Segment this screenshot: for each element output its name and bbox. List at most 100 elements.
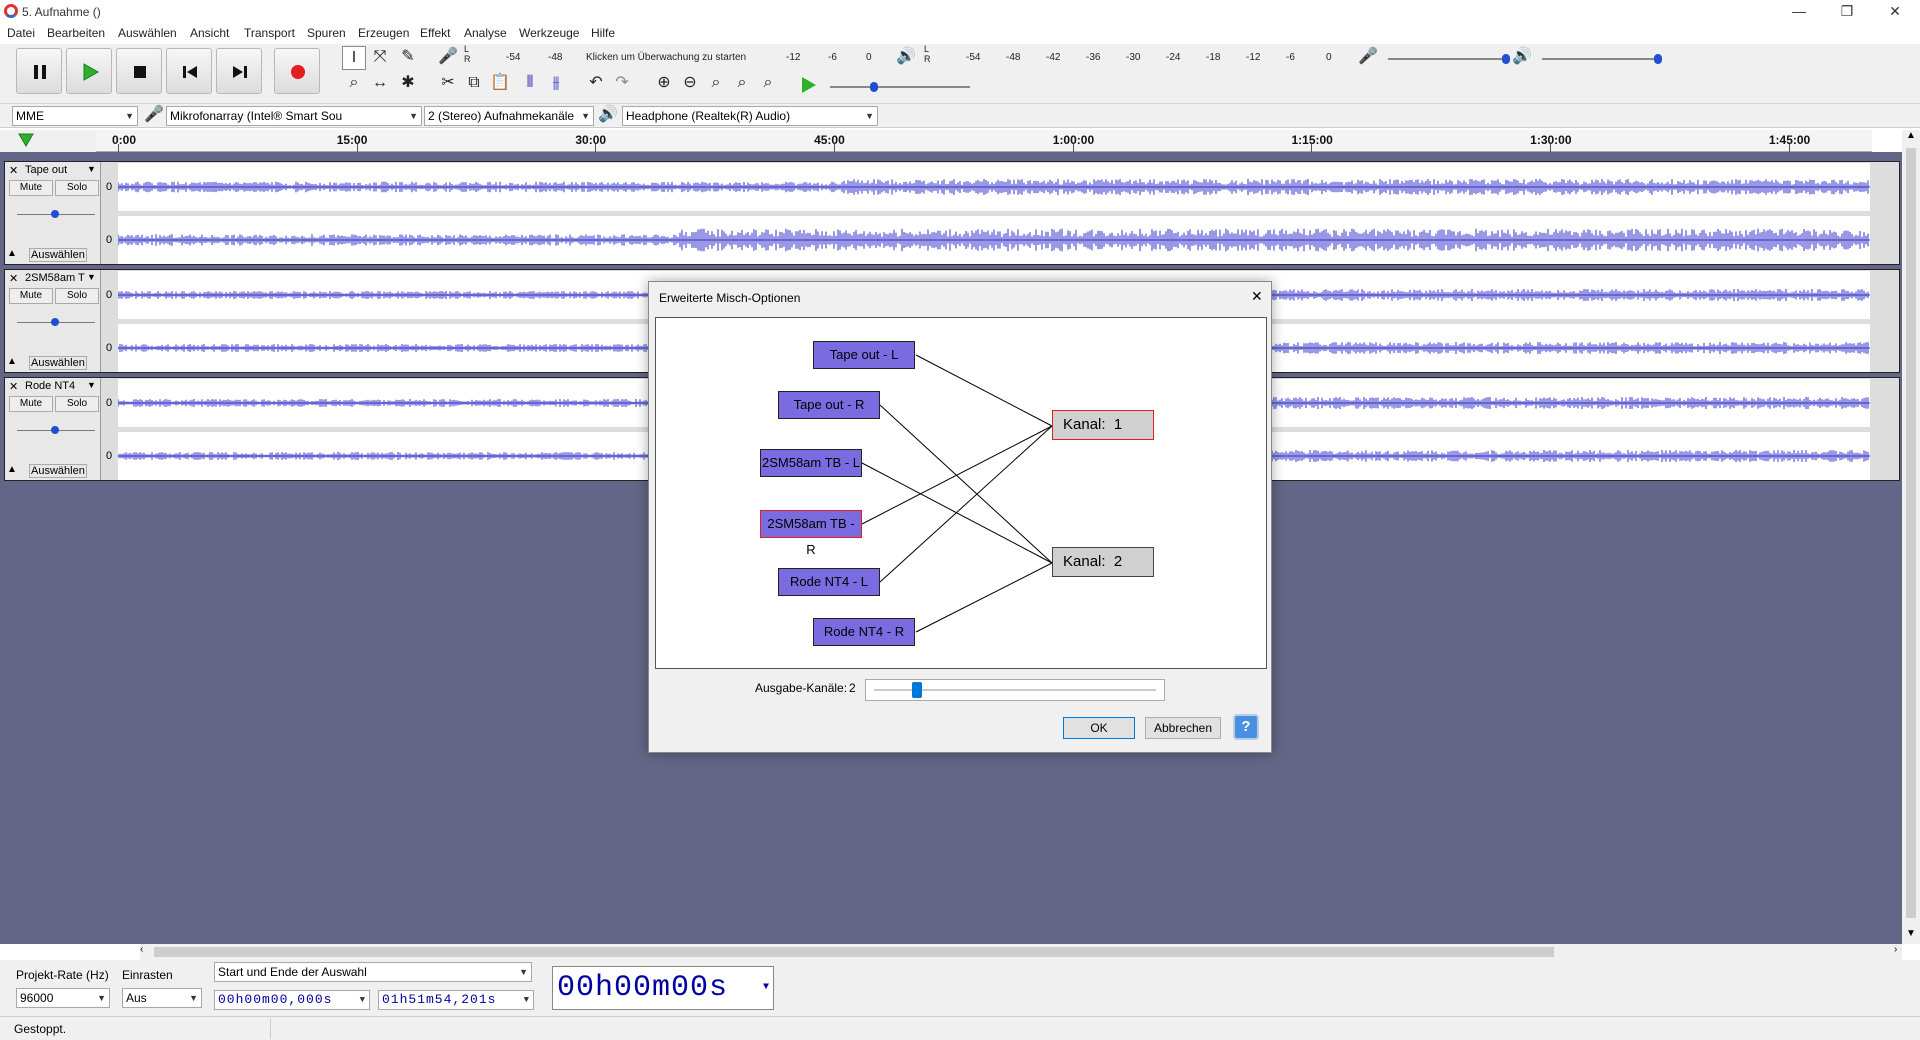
track-name[interactable]: Rode NT4 — [25, 380, 85, 392]
horizontal-scrollbar[interactable]: ‹ › — [140, 944, 1902, 960]
menu-spuren[interactable]: Spuren — [307, 26, 346, 40]
input-device-select[interactable]: Mikrofonarray (Intel® Smart Sou ▼ — [166, 106, 422, 126]
minimize-icon[interactable]: — — [1776, 0, 1822, 24]
menu-datei[interactable]: Datei — [7, 26, 35, 40]
envelope-tool-icon[interactable]: ⤧ — [368, 46, 392, 70]
menu-bearbeiten[interactable]: Bearbeiten — [47, 26, 105, 40]
mute-button[interactable]: Mute — [9, 396, 53, 412]
input-volume-slider[interactable] — [1388, 54, 1510, 64]
collapse-track-icon[interactable]: ▲ — [7, 248, 17, 259]
monitor-hint[interactable]: Klicken um Überwachung zu starten — [586, 52, 746, 63]
input-tape-out-l[interactable]: Tape out - L — [813, 341, 915, 369]
track-name[interactable]: Tape out — [25, 164, 85, 176]
input-2sm58-l[interactable]: 2SM58am TB - L — [760, 449, 862, 477]
mute-button[interactable]: Mute — [9, 288, 53, 304]
gain-slider[interactable] — [17, 318, 95, 326]
track-name[interactable]: 2SM58am TB — [25, 272, 85, 284]
track-menu-chevron-icon[interactable]: ▼ — [87, 272, 96, 282]
input-tape-out-r[interactable]: Tape out - R — [778, 391, 880, 419]
solo-button[interactable]: Solo — [55, 180, 99, 196]
select-track-button[interactable]: Auswählen — [29, 464, 87, 478]
audio-position-display[interactable]: 00h00m00s ▼ — [552, 966, 774, 1010]
maximize-icon[interactable]: ❐ — [1824, 0, 1870, 24]
horizontal-scroll-thumb[interactable] — [154, 947, 1554, 957]
play-speed-slider[interactable] — [830, 82, 970, 92]
output-channel-1[interactable]: Kanal: 1 — [1052, 410, 1154, 440]
dialog-close-icon[interactable]: ✕ — [1251, 288, 1263, 305]
gain-thumb[interactable] — [51, 426, 59, 434]
skip-end-button[interactable] — [216, 48, 262, 94]
pause-button[interactable] — [16, 48, 62, 94]
selection-end-time[interactable]: 01h51m54,201s ▼ — [378, 990, 534, 1010]
track-close-icon[interactable]: ✕ — [9, 380, 18, 393]
snap-select[interactable]: Aus ▼ — [122, 988, 202, 1008]
multi-tool-icon[interactable]: ✱ — [396, 72, 420, 96]
cancel-button[interactable]: Abbrechen — [1145, 717, 1221, 739]
menu-ansicht[interactable]: Ansicht — [190, 26, 229, 40]
mute-button[interactable]: Mute — [9, 180, 53, 196]
solo-button[interactable]: Solo — [55, 288, 99, 304]
menu-transport[interactable]: Transport — [244, 26, 295, 40]
audio-host-select[interactable]: MME ▼ — [12, 106, 138, 126]
timeline-ruler[interactable]: 0:00 15:00 30:00 45:00 1:00:00 1:15:00 1:30:00… — [96, 130, 1872, 152]
solo-button[interactable]: Solo — [55, 396, 99, 412]
redo-icon[interactable]: ↷ — [610, 72, 634, 96]
project-rate-select[interactable]: 96000 ▼ — [16, 988, 110, 1008]
timeline-play-head-icon[interactable] — [18, 133, 34, 147]
paste-icon[interactable]: 📋 — [488, 72, 512, 96]
trim-icon[interactable]: ⫴ — [518, 72, 542, 96]
fit-project-icon[interactable]: ⌕ — [730, 72, 754, 96]
gain-slider[interactable] — [17, 210, 95, 218]
track-menu-chevron-icon[interactable]: ▼ — [87, 380, 96, 390]
menu-analyse[interactable]: Analyse — [464, 26, 507, 40]
zoom-tool-icon[interactable]: ⌕ — [342, 72, 366, 96]
scroll-right-icon[interactable]: › — [1894, 944, 1897, 955]
zoom-in-icon[interactable]: ⊕ — [652, 72, 676, 96]
zoom-out-icon[interactable]: ⊖ — [678, 72, 702, 96]
stop-button[interactable] — [116, 48, 162, 94]
record-meter[interactable]: L R -54 -48 Klicken um Überwachung zu st… — [462, 44, 882, 64]
vertical-scrollbar[interactable]: ▲ ▼ — [1902, 130, 1920, 944]
input-volume-thumb[interactable] — [1502, 54, 1510, 64]
menu-hilfe[interactable]: Hilfe — [591, 26, 615, 40]
cut-icon[interactable]: ✂ — [436, 72, 460, 96]
selection-tool-icon[interactable]: I — [342, 46, 366, 70]
vertical-scroll-thumb[interactable] — [1906, 148, 1916, 918]
play-at-speed-button[interactable] — [800, 76, 818, 97]
ok-button[interactable]: OK — [1063, 717, 1135, 739]
copy-icon[interactable]: ⧉ — [462, 72, 486, 96]
draw-tool-icon[interactable]: ✎ — [396, 46, 420, 70]
help-icon[interactable]: ? — [1233, 714, 1259, 740]
input-rode-r[interactable]: Rode NT4 - R — [813, 618, 915, 646]
track-close-icon[interactable]: ✕ — [9, 272, 18, 285]
fit-selection-icon[interactable]: ⌕ — [704, 72, 728, 96]
timeshift-tool-icon[interactable]: ↔ — [368, 72, 392, 96]
gain-thumb[interactable] — [51, 210, 59, 218]
collapse-track-icon[interactable]: ▲ — [7, 464, 17, 475]
output-channels-thumb[interactable] — [912, 682, 922, 698]
collapse-track-icon[interactable]: ▲ — [7, 356, 17, 367]
selection-mode-select[interactable]: Start und Ende der Auswahl ▼ — [214, 962, 532, 982]
silence-icon[interactable]: ⫵ — [544, 72, 568, 96]
output-channel-2[interactable]: Kanal: 2 — [1052, 547, 1154, 577]
output-channels-slider[interactable] — [865, 679, 1165, 701]
scroll-left-icon[interactable]: ‹ — [140, 944, 143, 955]
scroll-up-icon[interactable]: ▲ — [1906, 130, 1916, 141]
gain-slider[interactable] — [17, 426, 95, 434]
gain-thumb[interactable] — [51, 318, 59, 326]
play-button[interactable] — [66, 48, 112, 94]
zoom-toggle-icon[interactable]: ⌕ — [756, 72, 780, 96]
close-window-icon[interactable]: ✕ — [1872, 0, 1918, 24]
skip-start-button[interactable] — [166, 48, 212, 94]
mix-matrix-canvas[interactable]: Tape out - L Tape out - R 2SM58am TB - L… — [655, 317, 1267, 669]
output-volume-slider[interactable] — [1542, 54, 1662, 64]
record-button[interactable] — [274, 48, 320, 94]
track-close-icon[interactable]: ✕ — [9, 164, 18, 177]
selection-start-time[interactable]: 00h00m00,000s ▼ — [214, 990, 370, 1010]
undo-icon[interactable]: ↶ — [584, 72, 608, 96]
select-track-button[interactable]: Auswählen — [29, 356, 87, 370]
menu-effekt[interactable]: Effekt — [420, 26, 450, 40]
menu-werkzeuge[interactable]: Werkzeuge — [519, 26, 579, 40]
input-rode-l[interactable]: Rode NT4 - L — [778, 568, 880, 596]
menu-auswaehlen[interactable]: Auswählen — [118, 26, 177, 40]
